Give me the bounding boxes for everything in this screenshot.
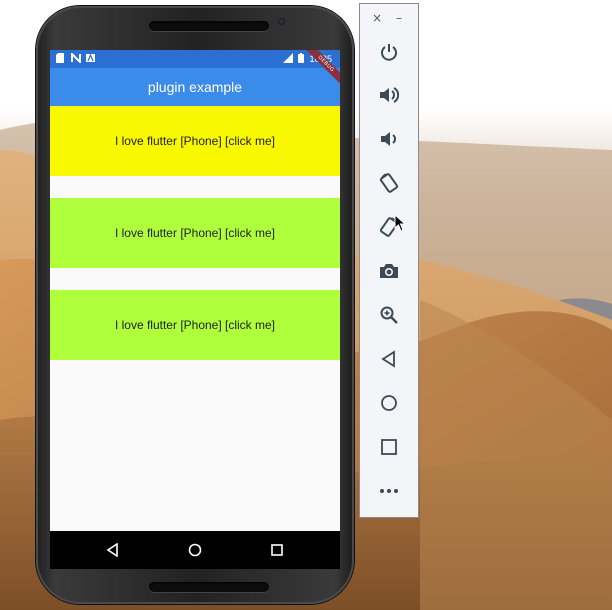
a-icon (86, 53, 95, 63)
front-camera (278, 18, 285, 25)
home-circle-icon (381, 395, 397, 411)
emulator-toolbar: × – (359, 3, 419, 518)
battery-icon (298, 53, 305, 66)
n-icon (71, 51, 81, 65)
signal-icon (283, 53, 294, 66)
close-button[interactable]: × (372, 10, 382, 26)
more-button[interactable] (375, 477, 403, 505)
rotate-left-icon (379, 173, 399, 193)
volume-down-icon (381, 132, 396, 146)
status-bar: 10:35 (50, 50, 340, 68)
app-title: plugin example (147, 79, 243, 95)
list-item[interactable]: I love flutter [Phone] [click me] (50, 290, 340, 360)
sd-card-icon (56, 53, 65, 63)
power-icon (381, 44, 397, 61)
app-bar: plugin example (50, 68, 340, 106)
top-speaker (149, 21, 269, 31)
more-dots-icon (380, 489, 398, 493)
nav-overview-button[interactable] (268, 541, 286, 559)
back-triangle-icon (106, 543, 118, 557)
list-item-label: I love flutter [Phone] [click me] (114, 226, 276, 240)
minimize-button[interactable]: – (396, 10, 402, 26)
nav-back-button[interactable] (104, 541, 122, 559)
zoom-button[interactable] (375, 301, 403, 329)
android-nav-bar (50, 531, 340, 569)
list-item-label: I love flutter [Phone] [click me] (114, 134, 276, 148)
mouse-cursor-icon (394, 213, 407, 236)
overview-square-icon (271, 544, 283, 556)
list-item-label: I love flutter [Phone] [click me] (114, 318, 276, 332)
take-screenshot-button[interactable] (375, 257, 403, 285)
overview-square-icon (381, 439, 397, 455)
nav-home-button[interactable] (186, 541, 204, 559)
overview-button[interactable] (375, 433, 403, 461)
phone-screen: 10:35 plugin example DEBUG I love flutte… (50, 50, 340, 531)
volume-down-button[interactable] (375, 125, 403, 153)
list-item[interactable]: I love flutter [Phone] [click me] (50, 106, 340, 176)
list-item[interactable]: I love flutter [Phone] [click me] (50, 198, 340, 268)
home-button[interactable] (375, 389, 403, 417)
zoom-in-icon (380, 306, 398, 324)
power-button[interactable] (375, 38, 403, 66)
home-circle-icon (188, 543, 202, 557)
back-button[interactable] (375, 345, 403, 373)
volume-up-button[interactable] (375, 81, 403, 109)
rotate-left-button[interactable] (375, 169, 403, 197)
camera-icon (380, 264, 398, 278)
bottom-speaker (149, 582, 269, 592)
volume-up-icon (380, 87, 400, 103)
back-triangle-icon (381, 350, 395, 368)
